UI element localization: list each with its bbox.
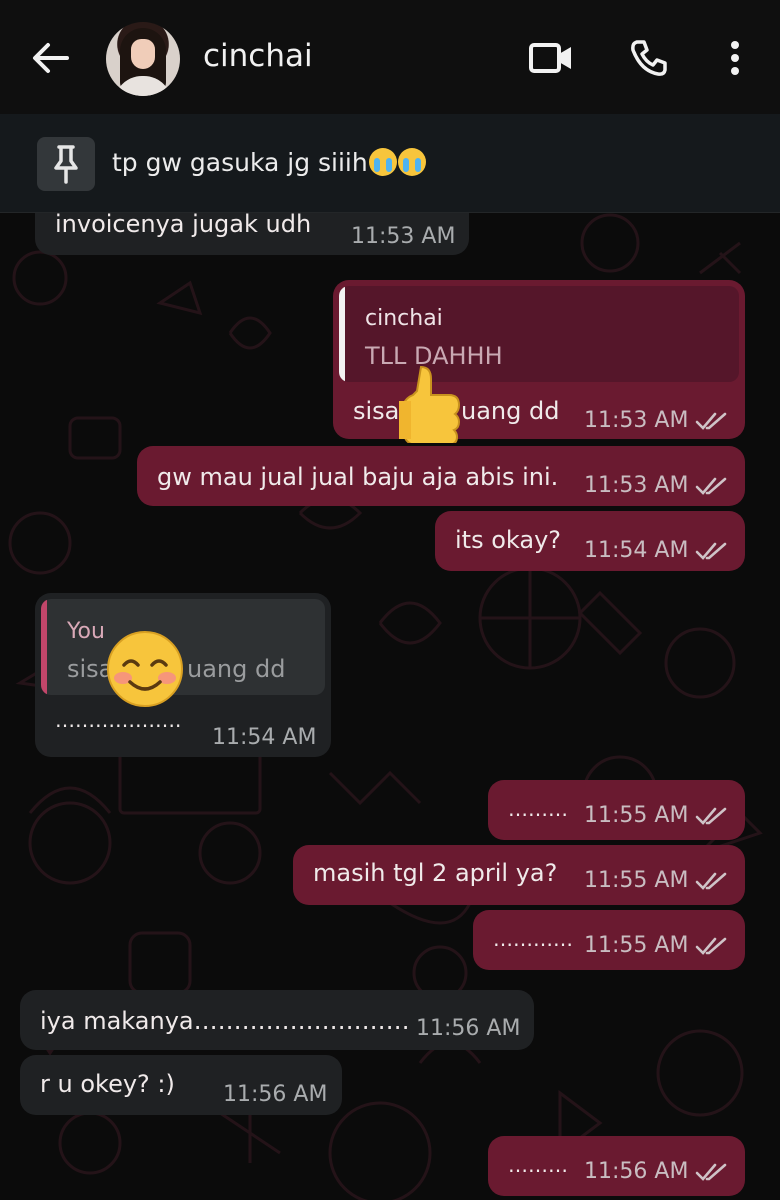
message-bubble-incoming[interactable]: iya makanya……………………… 11:56 AM — [20, 990, 534, 1050]
loudly-crying-face-icon — [368, 148, 397, 176]
back-button[interactable] — [28, 34, 72, 82]
message-bubble-incoming[interactable]: invoicenya jugak udh 11:53 AM — [35, 213, 469, 255]
quote-author: You — [67, 619, 105, 644]
pinned-message-text: tp gw gasuka jg siiih — [112, 148, 426, 177]
pin-button[interactable] — [37, 137, 95, 191]
message-time: 11:54 AM — [212, 725, 317, 750]
phone-icon — [631, 40, 667, 76]
read-ticks-icon — [695, 477, 727, 495]
message-list[interactable]: invoicenya jugak udh 11:53 AM cinchai TL… — [0, 213, 780, 1200]
back-arrow-icon — [33, 43, 69, 73]
read-ticks-icon — [695, 937, 727, 955]
pin-icon — [54, 145, 78, 184]
contact-name[interactable]: cinchai — [203, 38, 313, 74]
message-text: invoicenya jugak udh — [55, 213, 312, 238]
message-text: ……… — [508, 797, 568, 821]
thumbs-up-icon — [399, 365, 461, 443]
message-bubble-incoming[interactable]: r u okey? :) 11:56 AM — [20, 1055, 342, 1115]
message-time: 11:55 AM — [584, 933, 689, 958]
message-time: 11:56 AM — [223, 1082, 328, 1107]
message-text: its okay? — [455, 526, 562, 554]
quote-bar — [339, 286, 345, 382]
quote-bar — [41, 599, 47, 695]
message-time: 11:54 AM — [584, 538, 689, 563]
read-ticks-icon — [695, 412, 727, 430]
more-options-button[interactable] — [711, 36, 759, 80]
message-bubble-outgoing[interactable]: masih tgl 2 april ya? 11:55 AM — [293, 845, 745, 905]
message-time: 11:55 AM — [584, 868, 689, 893]
message-time: 11:55 AM — [584, 803, 689, 828]
message-time: 11:56 AM — [584, 1159, 689, 1184]
message-text: iya makanya……………………… — [40, 1007, 410, 1035]
message-text: ………………. — [55, 708, 182, 732]
quote-text-tail: uang dd — [187, 655, 286, 683]
message-text: gw mau jual jual baju aja abis ini. — [157, 463, 559, 491]
message-text: masih tgl 2 april ya? — [313, 859, 558, 887]
message-bubble-outgoing[interactable]: ……… 11:56 AM — [488, 1136, 745, 1196]
read-ticks-icon — [695, 1163, 727, 1181]
message-time: 11:53 AM — [584, 408, 689, 433]
message-text-tail: uang dd — [461, 397, 560, 425]
video-call-icon — [529, 43, 571, 73]
message-text: r u okey? :) — [40, 1070, 175, 1098]
message-bubble-outgoing[interactable]: ………… 11:55 AM — [473, 910, 745, 970]
message-time: 11:56 AM — [416, 1016, 521, 1041]
voice-call-button[interactable] — [625, 36, 673, 80]
more-vert-icon — [731, 41, 739, 75]
message-text: ……… — [508, 1153, 568, 1177]
read-ticks-icon — [695, 872, 727, 890]
message-bubble-outgoing[interactable]: its okay? 11:54 AM — [435, 511, 745, 571]
message-time: 11:53 AM — [351, 224, 456, 249]
contact-avatar[interactable] — [106, 22, 180, 96]
message-bubble-outgoing[interactable]: ……… 11:55 AM — [488, 780, 745, 840]
message-time: 11:53 AM — [584, 473, 689, 498]
read-ticks-icon — [695, 542, 727, 560]
quote-author: cinchai — [365, 306, 443, 331]
chat-header: cinchai — [0, 0, 780, 114]
video-call-button[interactable] — [527, 36, 575, 80]
loudly-crying-face-icon — [397, 148, 426, 176]
message-text: ………… — [493, 927, 573, 951]
read-ticks-icon — [695, 807, 727, 825]
message-bubble-outgoing[interactable]: gw mau jual jual baju aja abis ini. 11:5… — [137, 446, 745, 506]
smiling-face-icon — [107, 631, 183, 707]
